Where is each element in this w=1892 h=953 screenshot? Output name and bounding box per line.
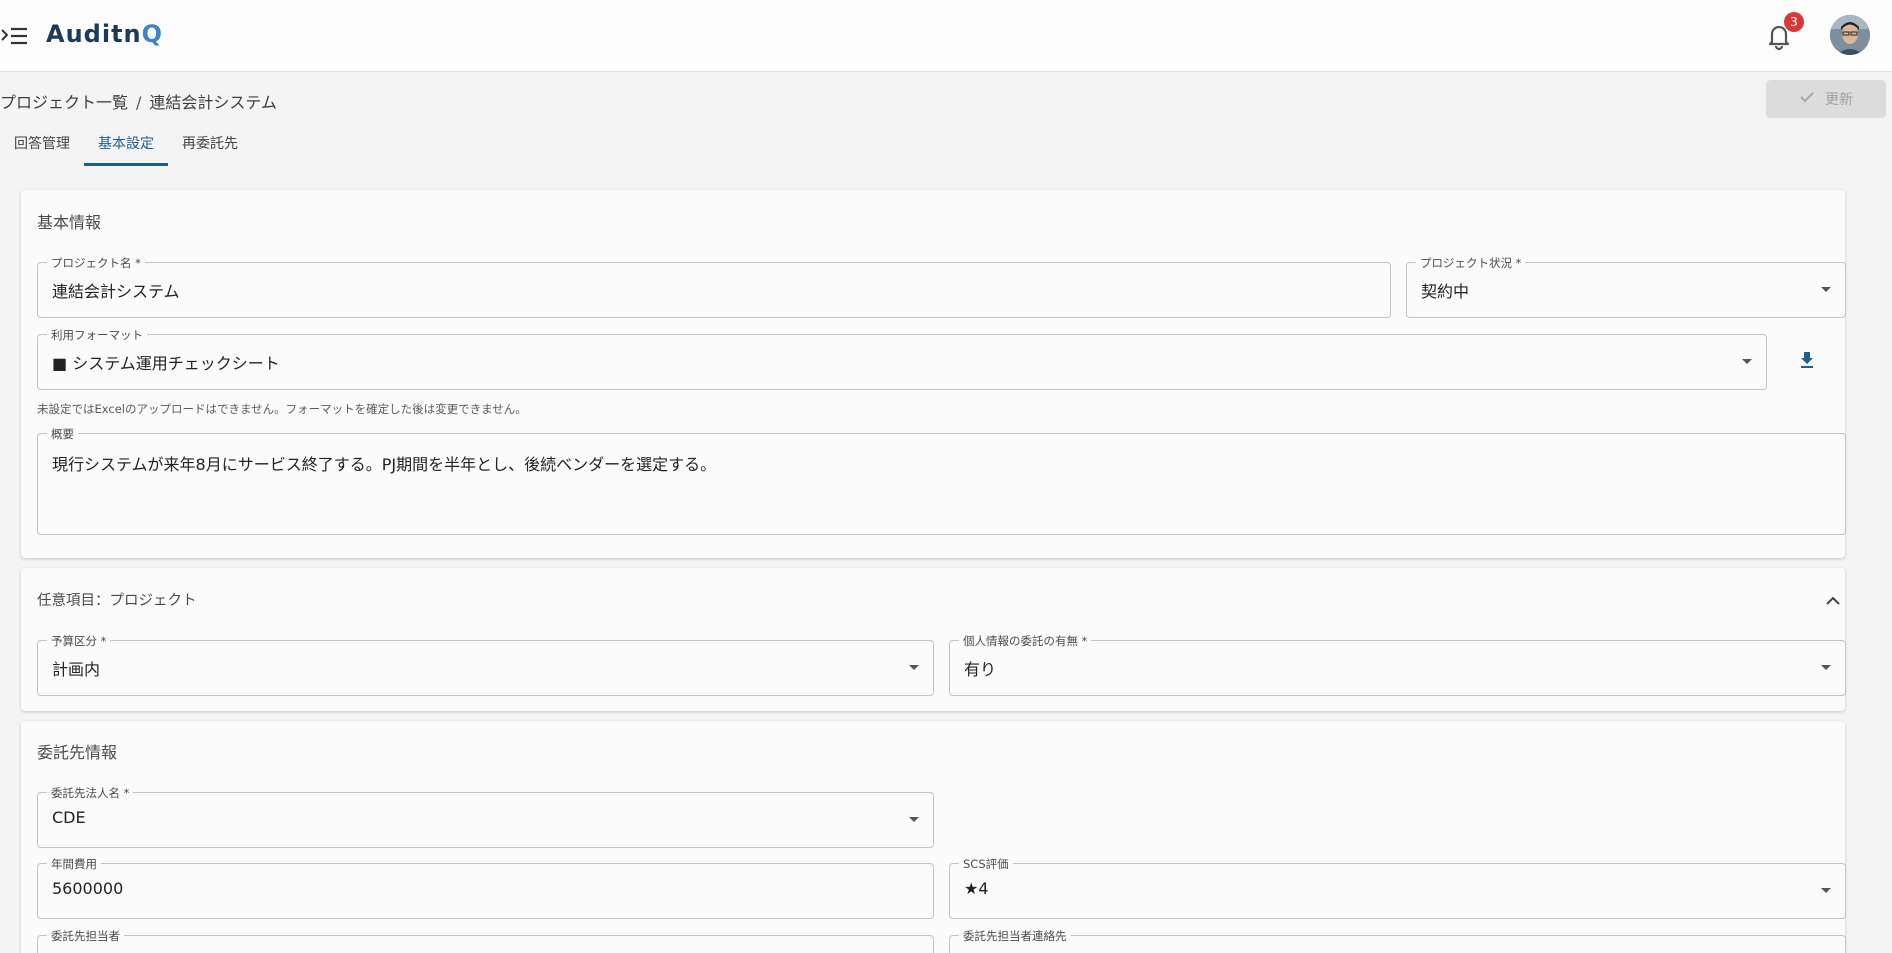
collapse-section-button[interactable] [1819,586,1847,614]
basic-info-title: 基本情報 [37,213,102,232]
scs-rating-value: ★4 [964,879,989,898]
budget-category-value: 計画内 [52,660,101,679]
annual-cost-field[interactable]: 年間費用 5600000 [37,856,934,919]
dropdown-caret-icon [909,665,919,670]
contractor-company-select[interactable]: 委託先法人名 * CDE [37,785,934,848]
contractor-company-label: 委託先法人名 * [47,785,134,801]
budget-category-select[interactable]: 予算区分 * 計画内 [37,633,934,696]
personal-info-label: 個人情報の委託の有無 * [959,633,1092,649]
update-button[interactable]: 更新 [1766,80,1886,118]
tab-subcontractors[interactable]: 再委託先 [168,124,252,166]
tab-basic-settings[interactable]: 基本設定 [84,124,168,166]
dropdown-caret-icon [1821,665,1831,670]
summary-textarea[interactable]: 概要 現行システムが来年8月にサービス終了する。PJ期間を半年とし、後続ベンダー… [37,426,1846,535]
menu-toggle-icon[interactable] [0,22,30,50]
contractor-info-card: 委託先情報 委託先法人名 * CDE 年間費用 5600000 SCS評価 ★4… [21,721,1846,953]
download-format-button[interactable] [1789,344,1825,380]
contractor-contact-person-field[interactable]: 委託先担当者 [37,928,934,953]
budget-category-label: 予算区分 * [47,633,111,649]
personal-info-value: 有り [964,660,997,679]
breadcrumb-current: 連結会計システム [149,93,277,112]
dropdown-caret-icon [1742,359,1752,364]
breadcrumb: プロジェクト一覧 / 連結会計システム [0,89,277,113]
download-icon [1799,351,1815,373]
project-status-label: プロジェクト状況 * [1416,255,1526,271]
logo-accent: Q [141,20,164,48]
dropdown-caret-icon [1821,888,1831,893]
format-label: 利用フォーマット [47,327,147,343]
format-value: ■ システム運用チェックシート [52,354,280,373]
contractor-contact-person-label: 委託先担当者 [47,928,124,944]
format-select[interactable]: 利用フォーマット ■ システム運用チェックシート [37,327,1767,390]
update-button-label: 更新 [1825,92,1853,108]
summary-label: 概要 [47,426,78,442]
project-name-label: プロジェクト名 * [47,255,145,271]
annual-cost-label: 年間費用 [47,856,101,872]
project-name-value: 連結会計システム [52,282,180,301]
dropdown-caret-icon [1821,287,1831,292]
notification-count-badge: 3 [1784,12,1804,32]
annual-cost-value: 5600000 [52,879,124,898]
summary-value: 現行システムが来年8月にサービス終了する。PJ期間を半年とし、後続ベンダーを選定… [52,455,717,474]
app-logo[interactable]: AuditnQ [46,20,163,48]
breadcrumb-separator: / [136,93,142,112]
optional-project-title: 任意項目：プロジェクト [37,593,197,609]
format-helper-text: 未設定ではExcelのアップロードはできません。フォーマットを確定した後は変更で… [37,402,527,416]
scs-rating-label: SCS評価 [959,856,1013,872]
user-avatar[interactable] [1830,15,1870,55]
project-status-select[interactable]: プロジェクト状況 * 契約中 [1406,255,1846,318]
logo-text: Auditn [46,20,142,48]
check-icon [1799,90,1815,108]
project-name-field[interactable]: プロジェクト名 * 連結会計システム [37,255,1391,318]
project-status-value: 契約中 [1421,282,1470,301]
tab-answer-management[interactable]: 回答管理 [0,124,84,166]
app-header: AuditnQ 3 [0,0,1892,72]
contractor-contact-info-field[interactable]: 委託先担当者連絡先 [949,928,1846,953]
tab-bar: 回答管理 基本設定 再委託先 [0,124,252,166]
chevron-up-icon [1825,591,1841,610]
contractor-contact-info-label: 委託先担当者連絡先 [959,928,1071,944]
dropdown-caret-icon [909,817,919,822]
breadcrumb-project-list[interactable]: プロジェクト一覧 [0,93,128,112]
contractor-company-value: CDE [52,808,86,827]
scs-rating-select[interactable]: SCS評価 ★4 [949,856,1846,919]
basic-info-card: 基本情報 プロジェクト名 * 連結会計システム プロジェクト状況 * 契約中 利… [21,190,1846,558]
contractor-info-title: 委託先情報 [37,743,118,762]
personal-info-select[interactable]: 個人情報の委託の有無 * 有り [949,633,1846,696]
optional-project-card: 任意項目：プロジェクト 予算区分 * 計画内 個人情報の委託の有無 * 有り [21,568,1847,711]
